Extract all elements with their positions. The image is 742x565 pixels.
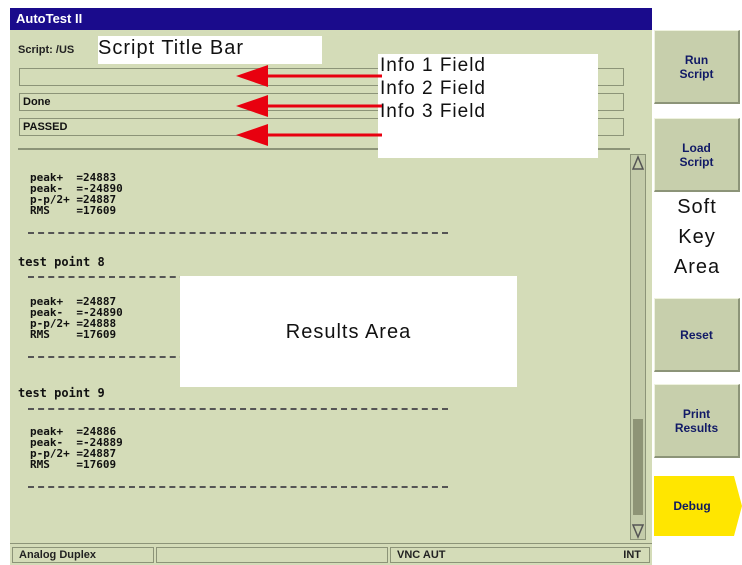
result-separator xyxy=(28,276,196,278)
annotation-info3: Info 3 Field xyxy=(380,101,486,122)
annotation-info2: Info 2 Field xyxy=(380,78,486,99)
annotation-script-title: Script Title Bar xyxy=(98,36,322,64)
results-scrollbar[interactable] xyxy=(630,154,646,540)
result-block: peak+ =24886 peak- =-24889 p-p/2+ =24887… xyxy=(30,426,123,470)
annotation-softkey: Soft Key Area xyxy=(652,192,742,296)
status-bar: Analog Duplex VNC AUT INT xyxy=(10,543,652,565)
reset-button[interactable]: Reset xyxy=(654,298,740,372)
test-point-heading: test point 9 xyxy=(18,386,105,400)
run-script-button[interactable]: Run Script xyxy=(654,30,740,104)
annotation-arrow-icon xyxy=(236,65,382,87)
result-separator xyxy=(28,232,448,234)
key-label: Debug xyxy=(673,499,711,513)
status-blank xyxy=(156,547,388,563)
result-row: RMS =17609 xyxy=(30,204,117,217)
key-label: Reset xyxy=(680,327,713,342)
load-script-button[interactable]: Load Script xyxy=(654,118,740,192)
arrow-tab-right-icon xyxy=(730,476,742,536)
debug-button[interactable]: Debug xyxy=(654,476,730,536)
result-row: RMS =17609 xyxy=(30,328,117,341)
annotation-info1: Info 1 Field xyxy=(380,55,486,76)
print-results-button[interactable]: Print Results xyxy=(654,384,740,458)
window-title-bar: AutoTest II xyxy=(10,8,652,30)
annotation-results: Results Area xyxy=(180,276,517,387)
key-label: Load xyxy=(682,140,711,155)
annotation-softkey-line: Soft xyxy=(677,196,717,218)
result-block: peak+ =24883 peak- =-24890 p-p/2+ =24887… xyxy=(30,172,123,216)
result-separator xyxy=(28,356,196,358)
key-label: Run xyxy=(684,52,709,67)
script-title-label: Script: /US xyxy=(18,44,75,56)
status-clock: INT xyxy=(623,549,641,561)
annotation-info-fields: Info 1 Field Info 2 Field Info 3 Field xyxy=(378,54,598,158)
key-label: Script xyxy=(679,154,714,169)
result-block: peak+ =24887 peak- =-24890 p-p/2+ =24888… xyxy=(30,296,123,340)
annotation-softkey-line: Area xyxy=(673,256,721,278)
result-separator xyxy=(28,486,448,488)
triangle-down-icon[interactable] xyxy=(631,523,645,539)
annotation-softkey-line: Key xyxy=(678,226,716,248)
key-label: Results xyxy=(674,420,719,435)
triangle-up-icon[interactable] xyxy=(631,155,645,171)
status-mode: Analog Duplex xyxy=(12,547,154,563)
test-point-heading: test point 8 xyxy=(18,255,105,269)
result-separator xyxy=(28,408,448,410)
annotation-arrow-icon xyxy=(236,124,382,146)
annotation-arrow-icon xyxy=(236,95,382,117)
result-row: RMS =17609 xyxy=(30,458,117,471)
key-label: Print xyxy=(682,406,711,421)
status-source-label: VNC AUT xyxy=(397,549,446,561)
status-source: VNC AUT INT xyxy=(390,547,650,563)
scroll-thumb[interactable] xyxy=(633,419,643,515)
key-label: Script xyxy=(679,66,714,81)
